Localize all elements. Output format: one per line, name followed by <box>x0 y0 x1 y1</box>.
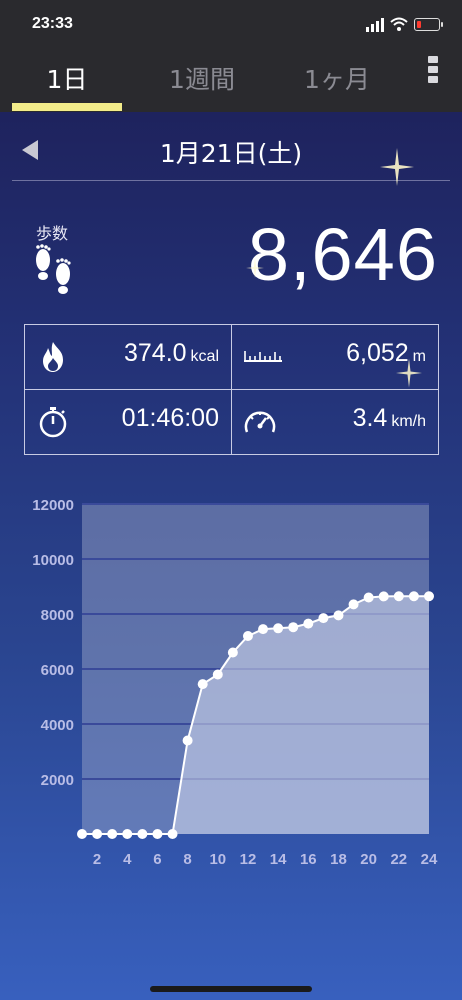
speed-unit: km/h <box>391 413 426 430</box>
x-tick-label: 20 <box>360 851 377 868</box>
x-tick-label: 16 <box>300 851 317 868</box>
data-point <box>167 829 178 839</box>
distance-unit: m <box>412 348 426 365</box>
x-tick-label: 2 <box>93 851 101 868</box>
status-time: 23:33 <box>32 15 73 32</box>
footprints-icon <box>36 244 71 294</box>
calories-unit: kcal <box>190 348 219 365</box>
data-point <box>197 679 208 690</box>
calories-value: 374.0 <box>123 339 187 367</box>
tab-day[interactable]: 1日 <box>12 60 122 96</box>
data-point <box>318 613 329 624</box>
y-tick-label: 4000 <box>41 717 74 734</box>
distance-value: 6,052 <box>346 339 409 367</box>
data-point <box>333 610 344 621</box>
data-point <box>182 735 193 746</box>
x-tick-label: 6 <box>153 851 161 868</box>
data-point <box>363 592 374 603</box>
data-point <box>227 647 238 658</box>
y-tick-label: 2000 <box>41 772 74 789</box>
flame-icon <box>43 342 63 372</box>
y-tick-label: 8000 <box>41 607 74 624</box>
current-date: 1月21日(土) <box>159 139 303 168</box>
speedometer-icon <box>244 411 276 433</box>
steps-label: 歩数 <box>36 224 69 243</box>
data-point <box>212 669 223 680</box>
data-point <box>258 624 269 635</box>
wifi-icon <box>390 17 408 31</box>
data-point <box>303 618 314 629</box>
data-point <box>378 591 389 602</box>
stats-grid: 374.0 kcal 6,052 m 01:46:00 3.4 km/h <box>24 324 439 455</box>
x-tick-label: 8 <box>183 851 191 868</box>
x-tick-label: 22 <box>390 851 407 868</box>
calories-cell: 374.0 kcal <box>25 325 231 389</box>
status-bar: 23:33 <box>0 0 462 48</box>
data-point <box>273 623 284 634</box>
battery-icon <box>414 18 443 31</box>
data-point <box>424 591 434 602</box>
y-tick-label: 10000 <box>32 552 74 569</box>
data-point <box>122 829 133 839</box>
more-menu-icon[interactable] <box>425 53 441 89</box>
steps-count: 8,646 <box>247 213 438 296</box>
home-indicator <box>150 986 312 992</box>
duration-value: 01:46:00 <box>121 404 219 432</box>
data-point <box>92 829 103 839</box>
speed-value: 3.4 <box>352 404 388 432</box>
data-point <box>288 622 299 633</box>
data-point <box>242 631 253 641</box>
period-tab-bar: 1日 1週間 1ヶ月 <box>0 48 462 112</box>
stopwatch-icon <box>39 407 67 438</box>
duration-cell: 01:46:00 <box>25 390 231 454</box>
x-tick-label: 12 <box>240 851 257 868</box>
cellular-signal-icon <box>366 18 384 32</box>
tab-month[interactable]: 1ヶ月 <box>282 60 392 96</box>
x-tick-label: 4 <box>123 851 132 868</box>
distance-cell: 6,052 m <box>232 325 438 389</box>
data-point <box>77 829 87 839</box>
divider <box>12 180 450 181</box>
date-navigator: 1月21日(土) <box>0 120 462 180</box>
y-tick-label: 12000 <box>32 497 74 514</box>
x-tick-label: 18 <box>330 851 347 868</box>
active-tab-indicator <box>12 103 122 111</box>
data-point <box>107 829 118 839</box>
x-tick-label: 14 <box>270 851 287 868</box>
data-point <box>408 591 419 602</box>
speed-cell: 3.4 km/h <box>232 390 438 454</box>
x-tick-label: 24 <box>421 851 438 868</box>
data-point <box>137 829 148 839</box>
data-point <box>393 591 404 602</box>
hourly-steps-chart: 200040006000800010000120002 4 6 8 10 12 14 16 18… <box>32 497 438 868</box>
data-point <box>348 599 359 610</box>
x-tick-label: 10 <box>209 851 226 868</box>
ruler-icon <box>244 351 282 362</box>
y-tick-label: 6000 <box>41 662 74 679</box>
tab-week[interactable]: 1週間 <box>147 60 257 96</box>
data-point <box>152 829 163 839</box>
